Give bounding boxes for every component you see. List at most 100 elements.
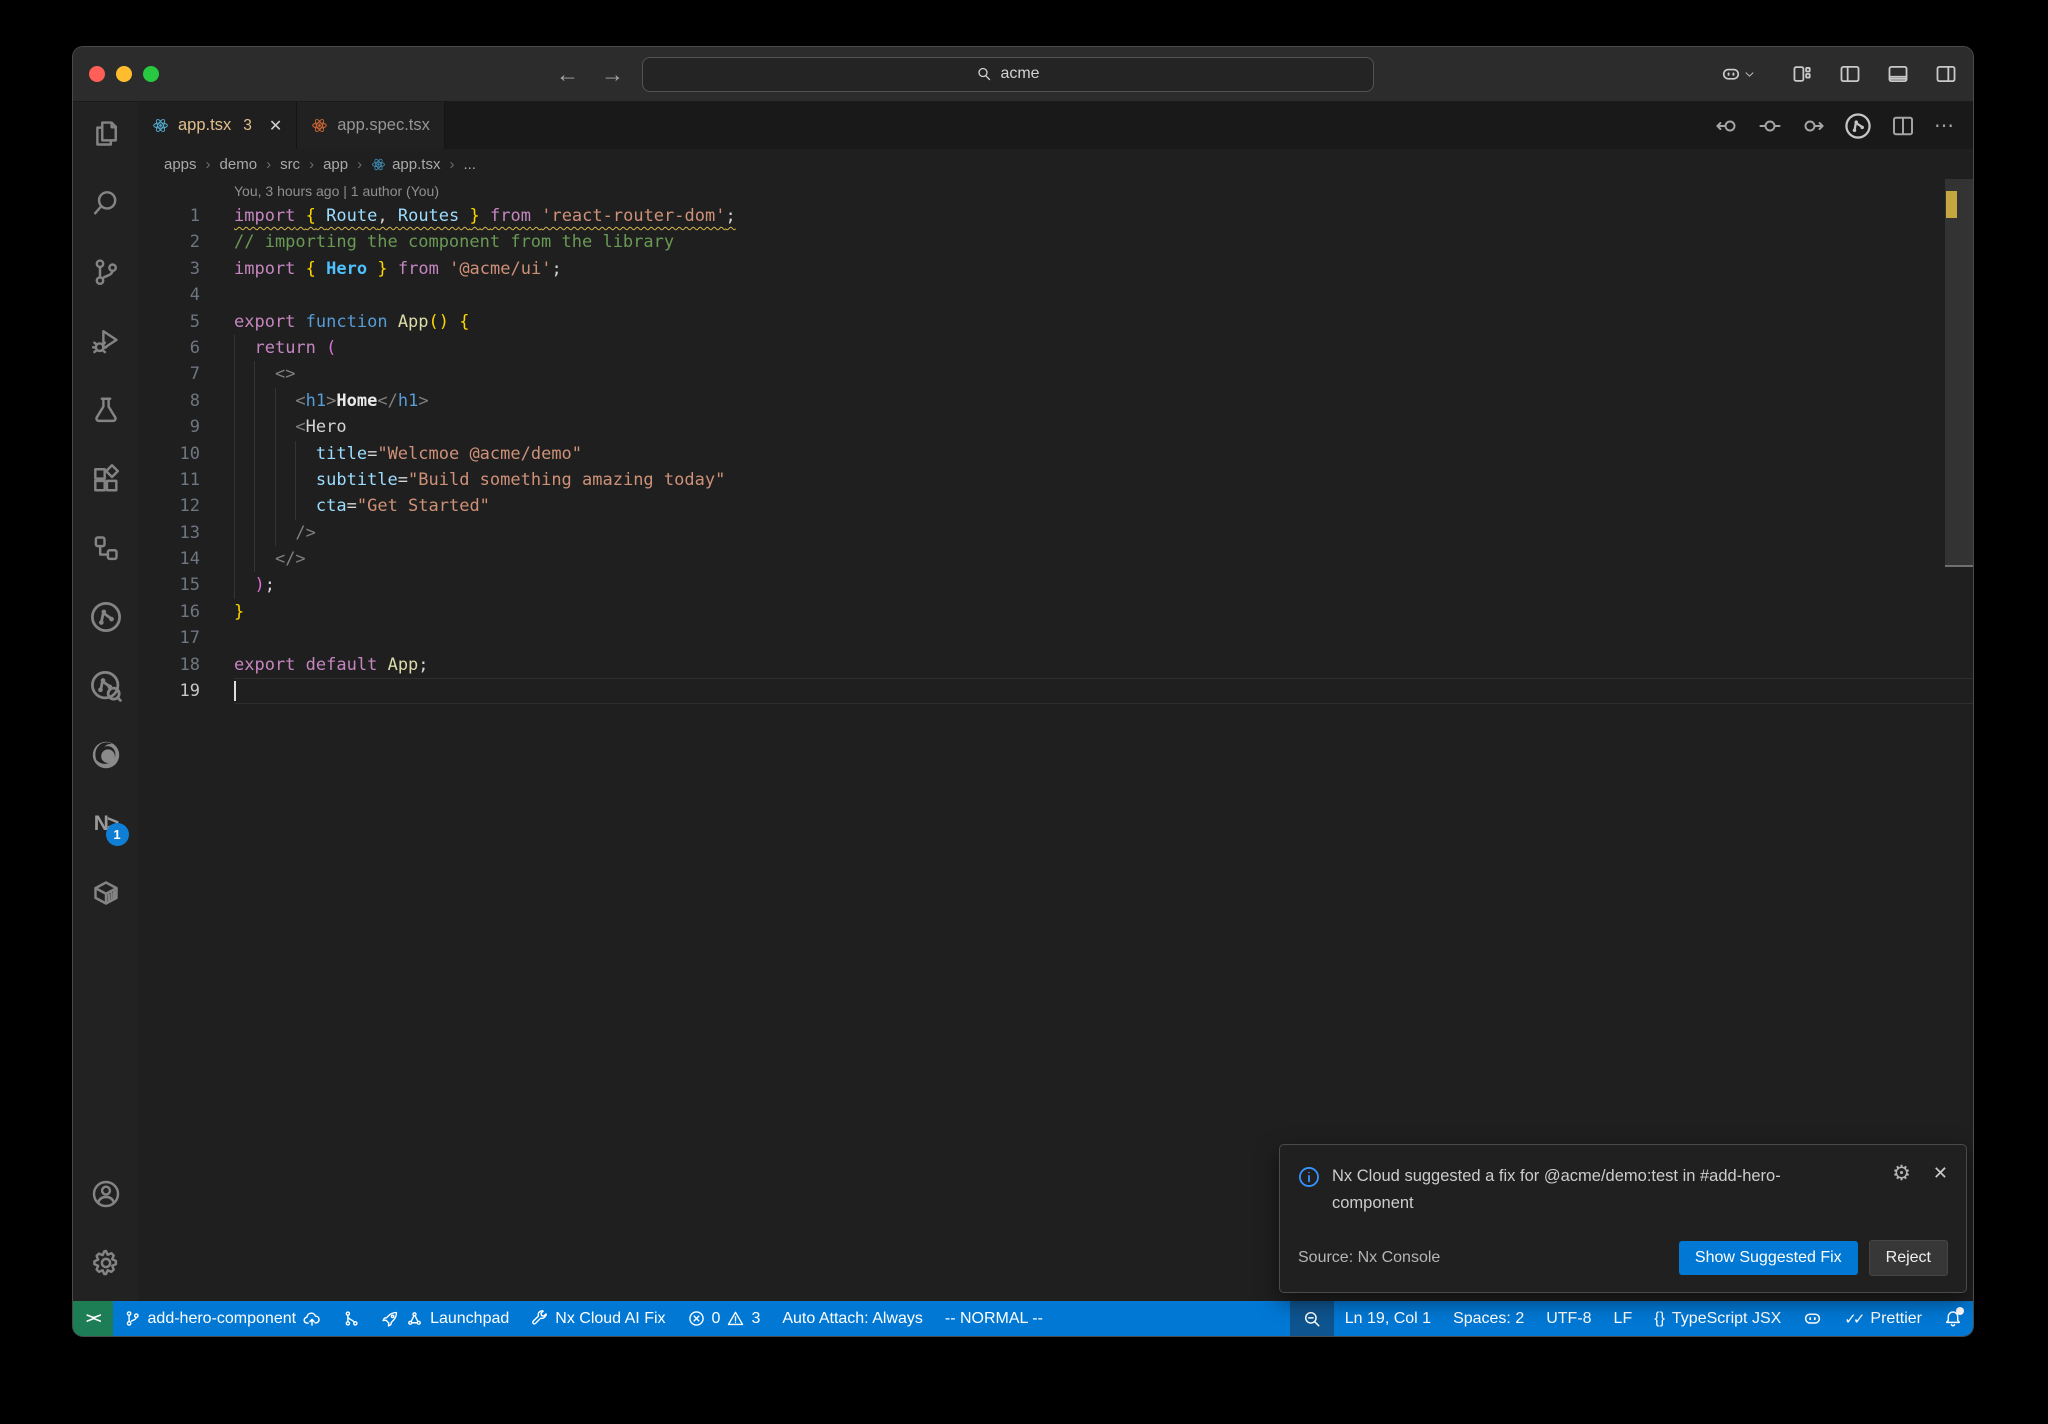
navigate-back-icon[interactable]: ←	[556, 62, 579, 86]
breadcrumb-item[interactable]: src	[280, 156, 300, 173]
line-number[interactable]: 12	[138, 493, 200, 519]
line-number[interactable]: 11	[138, 467, 200, 493]
code-line[interactable]: 8 <h1>Home</h1>	[138, 387, 1973, 415]
code-line[interactable]: 17	[138, 625, 1973, 651]
problems-item[interactable]: 0 3	[677, 1301, 772, 1336]
testing-icon[interactable]	[82, 386, 130, 434]
line-number[interactable]: 3	[138, 256, 200, 282]
line-number[interactable]: 1	[138, 203, 200, 229]
nx-graph-icon[interactable]	[82, 593, 130, 641]
close-window-button[interactable]	[89, 66, 105, 82]
code-line[interactable]: 3 import { Hero } from '@acme/ui';	[138, 256, 1973, 282]
code-line[interactable]: 6 return (	[138, 334, 1973, 362]
breadcrumb-item-file[interactable]: app.tsx	[371, 156, 440, 173]
code-line[interactable]: 1 import { Route, Routes } from 'react-ro…	[138, 203, 1973, 229]
formatter-item[interactable]: ✓✓ Prettier	[1833, 1301, 1933, 1336]
run-debug-icon[interactable]	[82, 317, 130, 365]
tab-app-tsx[interactable]: app.tsx 3 ✕	[138, 102, 298, 149]
remote-indicator[interactable]: ><	[73, 1301, 113, 1336]
copilot-menu[interactable]	[1721, 64, 1755, 84]
code-line[interactable]: 4	[138, 282, 1973, 308]
breadcrumb-item[interactable]: apps	[164, 156, 197, 173]
more-actions-icon[interactable]: ⋯	[1934, 113, 1955, 138]
code-line[interactable]: 9 <Hero	[138, 414, 1973, 441]
settings-gear-icon[interactable]	[82, 1239, 130, 1287]
nav-position-icon[interactable]	[1758, 114, 1782, 138]
search-icon[interactable]	[82, 179, 130, 227]
line-number[interactable]: 18	[138, 652, 200, 678]
line-number[interactable]: 13	[138, 520, 200, 546]
close-tab-icon[interactable]: ✕	[269, 116, 282, 136]
notifications-bell-item[interactable]	[1933, 1301, 1973, 1336]
minimize-window-button[interactable]	[116, 66, 132, 82]
toggle-panel-icon[interactable]	[1887, 63, 1909, 85]
nx-project-graph-icon[interactable]	[1844, 112, 1872, 140]
notification-close-icon[interactable]: ✕	[1933, 1163, 1948, 1185]
line-number[interactable]: 6	[138, 335, 200, 361]
explorer-icon[interactable]	[82, 110, 130, 158]
encoding-item[interactable]: UTF-8	[1535, 1301, 1602, 1336]
eol-item[interactable]: LF	[1603, 1301, 1644, 1336]
extensions-icon[interactable]	[82, 455, 130, 503]
breadcrumb-item[interactable]: ...	[463, 156, 476, 173]
code-line[interactable]: 15 );	[138, 572, 1973, 599]
copilot-status-item[interactable]	[1792, 1301, 1833, 1336]
code-line[interactable]: 11 subtitle="Build something amazing tod…	[138, 466, 1973, 494]
code-line[interactable]: 5 export function App() {	[138, 309, 1973, 335]
zoom-indicator-item[interactable]	[1289, 1301, 1334, 1336]
editor[interactable]: You, 3 hours ago | 1 author (You) 1 impor…	[138, 179, 1973, 1301]
line-number[interactable]: 15	[138, 572, 200, 598]
breadcrumb-item[interactable]: app	[323, 156, 348, 173]
auto-attach-item[interactable]: Auto Attach: Always	[771, 1301, 934, 1336]
customize-layout-icon[interactable]	[1791, 63, 1813, 85]
code-line[interactable]: 12 cta="Get Started"	[138, 493, 1973, 520]
code-line[interactable]: 19	[138, 678, 1973, 704]
edge-devtools-icon[interactable]	[82, 731, 130, 779]
notification-settings-gear-icon[interactable]: ⚙	[1892, 1163, 1911, 1184]
line-number[interactable]: 5	[138, 309, 200, 335]
source-control-icon[interactable]	[82, 248, 130, 296]
hierarchy-icon[interactable]	[82, 524, 130, 572]
split-editor-icon[interactable]	[1891, 114, 1915, 138]
show-suggested-fix-button[interactable]: Show Suggested Fix	[1678, 1241, 1858, 1275]
line-number[interactable]: 19	[138, 678, 200, 704]
nav-back-circle-icon[interactable]	[1715, 114, 1739, 138]
nx-graph-search-icon[interactable]	[82, 662, 130, 710]
tab-app-spec-tsx[interactable]: app.spec.tsx	[297, 102, 445, 149]
line-number[interactable]: 2	[138, 229, 200, 255]
line-number[interactable]: 8	[138, 388, 200, 414]
account-icon[interactable]	[82, 1170, 130, 1218]
navigate-forward-icon[interactable]: →	[601, 62, 624, 86]
cursor-position-item[interactable]: Ln 19, Col 1	[1334, 1301, 1442, 1336]
launchpad-item[interactable]: Launchpad	[371, 1301, 520, 1336]
code-line[interactable]: 10 title="Welcmoe @acme/demo"	[138, 440, 1973, 467]
line-number[interactable]: 17	[138, 625, 200, 651]
scrollbar[interactable]	[1945, 179, 1973, 567]
git-branch-item[interactable]: add-hero-component	[113, 1301, 333, 1336]
vim-mode-item[interactable]: -- NORMAL --	[934, 1301, 1054, 1336]
line-number[interactable]: 16	[138, 599, 200, 625]
indentation-item[interactable]: Spaces: 2	[1442, 1301, 1535, 1336]
nav-forward-circle-icon[interactable]	[1801, 114, 1825, 138]
line-number[interactable]: 4	[138, 282, 200, 308]
code-line[interactable]: 2 // importing the component from the lib…	[138, 229, 1973, 255]
container-icon[interactable]	[82, 869, 130, 917]
line-number[interactable]: 14	[138, 546, 200, 572]
source-control-graph-item[interactable]	[332, 1301, 371, 1336]
toggle-primary-sidebar-icon[interactable]	[1839, 63, 1861, 85]
language-mode-item[interactable]: {} TypeScript JSX	[1643, 1301, 1792, 1336]
line-number[interactable]: 9	[138, 414, 200, 440]
nx-icon[interactable]: N> 1	[82, 800, 130, 848]
code-line[interactable]: 13 />	[138, 519, 1973, 547]
git-blame-annotation[interactable]: You, 3 hours ago | 1 author (You)	[138, 179, 1973, 203]
command-center-search[interactable]: acme	[642, 56, 1374, 92]
code-line[interactable]: 14 </>	[138, 546, 1973, 573]
breadcrumb-item[interactable]: demo	[220, 156, 258, 173]
nx-cloud-fix-item[interactable]: Nx Cloud AI Fix	[520, 1301, 676, 1336]
code-line[interactable]: 16}	[138, 599, 1973, 625]
maximize-window-button[interactable]	[143, 66, 159, 82]
code-line[interactable]: 18 export default App;	[138, 652, 1973, 678]
toggle-secondary-sidebar-icon[interactable]	[1935, 63, 1957, 85]
line-number[interactable]: 10	[138, 441, 200, 467]
reject-button[interactable]: Reject	[1868, 1240, 1948, 1276]
